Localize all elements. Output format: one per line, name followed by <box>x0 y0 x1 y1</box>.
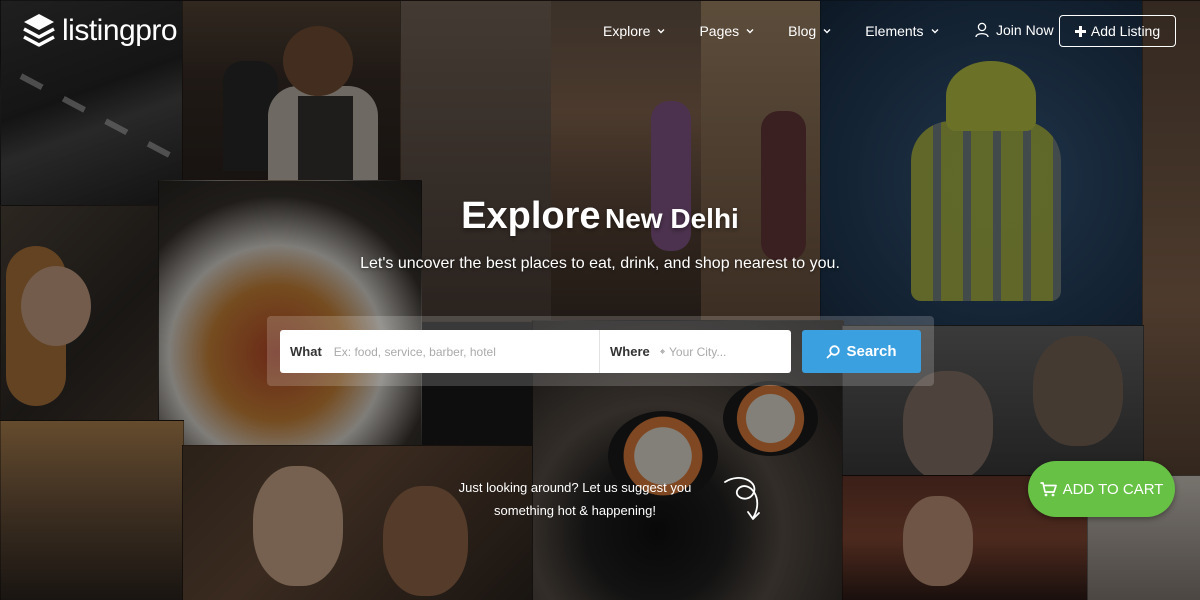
nav-item-label: Pages <box>699 23 740 39</box>
search-button-label: Search <box>846 343 897 360</box>
brand-logo[interactable]: listingpro <box>22 12 178 50</box>
suggest-text: Just looking around? Let us suggest you … <box>440 476 710 522</box>
add-listing-label: Add Listing <box>1090 23 1161 39</box>
where-input[interactable] <box>665 335 791 368</box>
add-to-cart-label: ADD TO CART <box>1062 480 1164 498</box>
logo-mark-icon <box>23 14 55 47</box>
nav-item-explore[interactable]: Explore <box>603 23 665 39</box>
suggest-line-2: something hot & happening! <box>494 503 656 518</box>
chevron-down-icon <box>823 29 831 34</box>
add-to-cart-button[interactable]: ADD TO CART <box>1028 461 1175 517</box>
swirl-arrow-icon <box>724 477 760 520</box>
hero-title: Explore New Delhi <box>0 195 1200 238</box>
what-input[interactable] <box>331 335 576 368</box>
suggest-line-1: Just looking around? Let us suggest you <box>458 480 692 495</box>
chevron-down-icon <box>931 29 939 34</box>
what-label: What <box>290 344 322 359</box>
hero-title-prefix: Explore <box>461 195 601 237</box>
search-button[interactable]: Search <box>802 330 921 373</box>
join-now-link[interactable]: Join Now <box>975 22 1054 38</box>
nav-item-label: Explore <box>603 23 651 39</box>
search-form: What Where <box>280 330 791 373</box>
nav-item-label: Blog <box>788 23 817 39</box>
add-listing-button[interactable]: Add Listing <box>1059 15 1176 47</box>
what-field: What <box>280 330 600 373</box>
search-icon <box>826 344 841 359</box>
hero-subtitle: Let's uncover the best places to eat, dr… <box>360 255 840 272</box>
where-field: Where <box>600 330 791 373</box>
where-label: Where <box>610 344 650 359</box>
plus-icon <box>1074 25 1086 37</box>
cart-icon <box>1040 481 1057 496</box>
main-nav: Explore Pages Blog Elements <box>603 23 973 39</box>
nav-item-elements[interactable]: Elements <box>865 23 939 39</box>
join-now-label: Join Now <box>996 22 1054 38</box>
chevron-down-icon <box>657 29 665 34</box>
nav-item-label: Elements <box>865 23 924 39</box>
chevron-down-icon <box>746 29 754 34</box>
nav-item-pages[interactable]: Pages <box>699 23 754 39</box>
nav-item-blog[interactable]: Blog <box>788 23 831 39</box>
hero-title-city: New Delhi <box>605 203 739 234</box>
brand-name: listingpro <box>62 14 178 47</box>
user-icon <box>975 22 989 38</box>
